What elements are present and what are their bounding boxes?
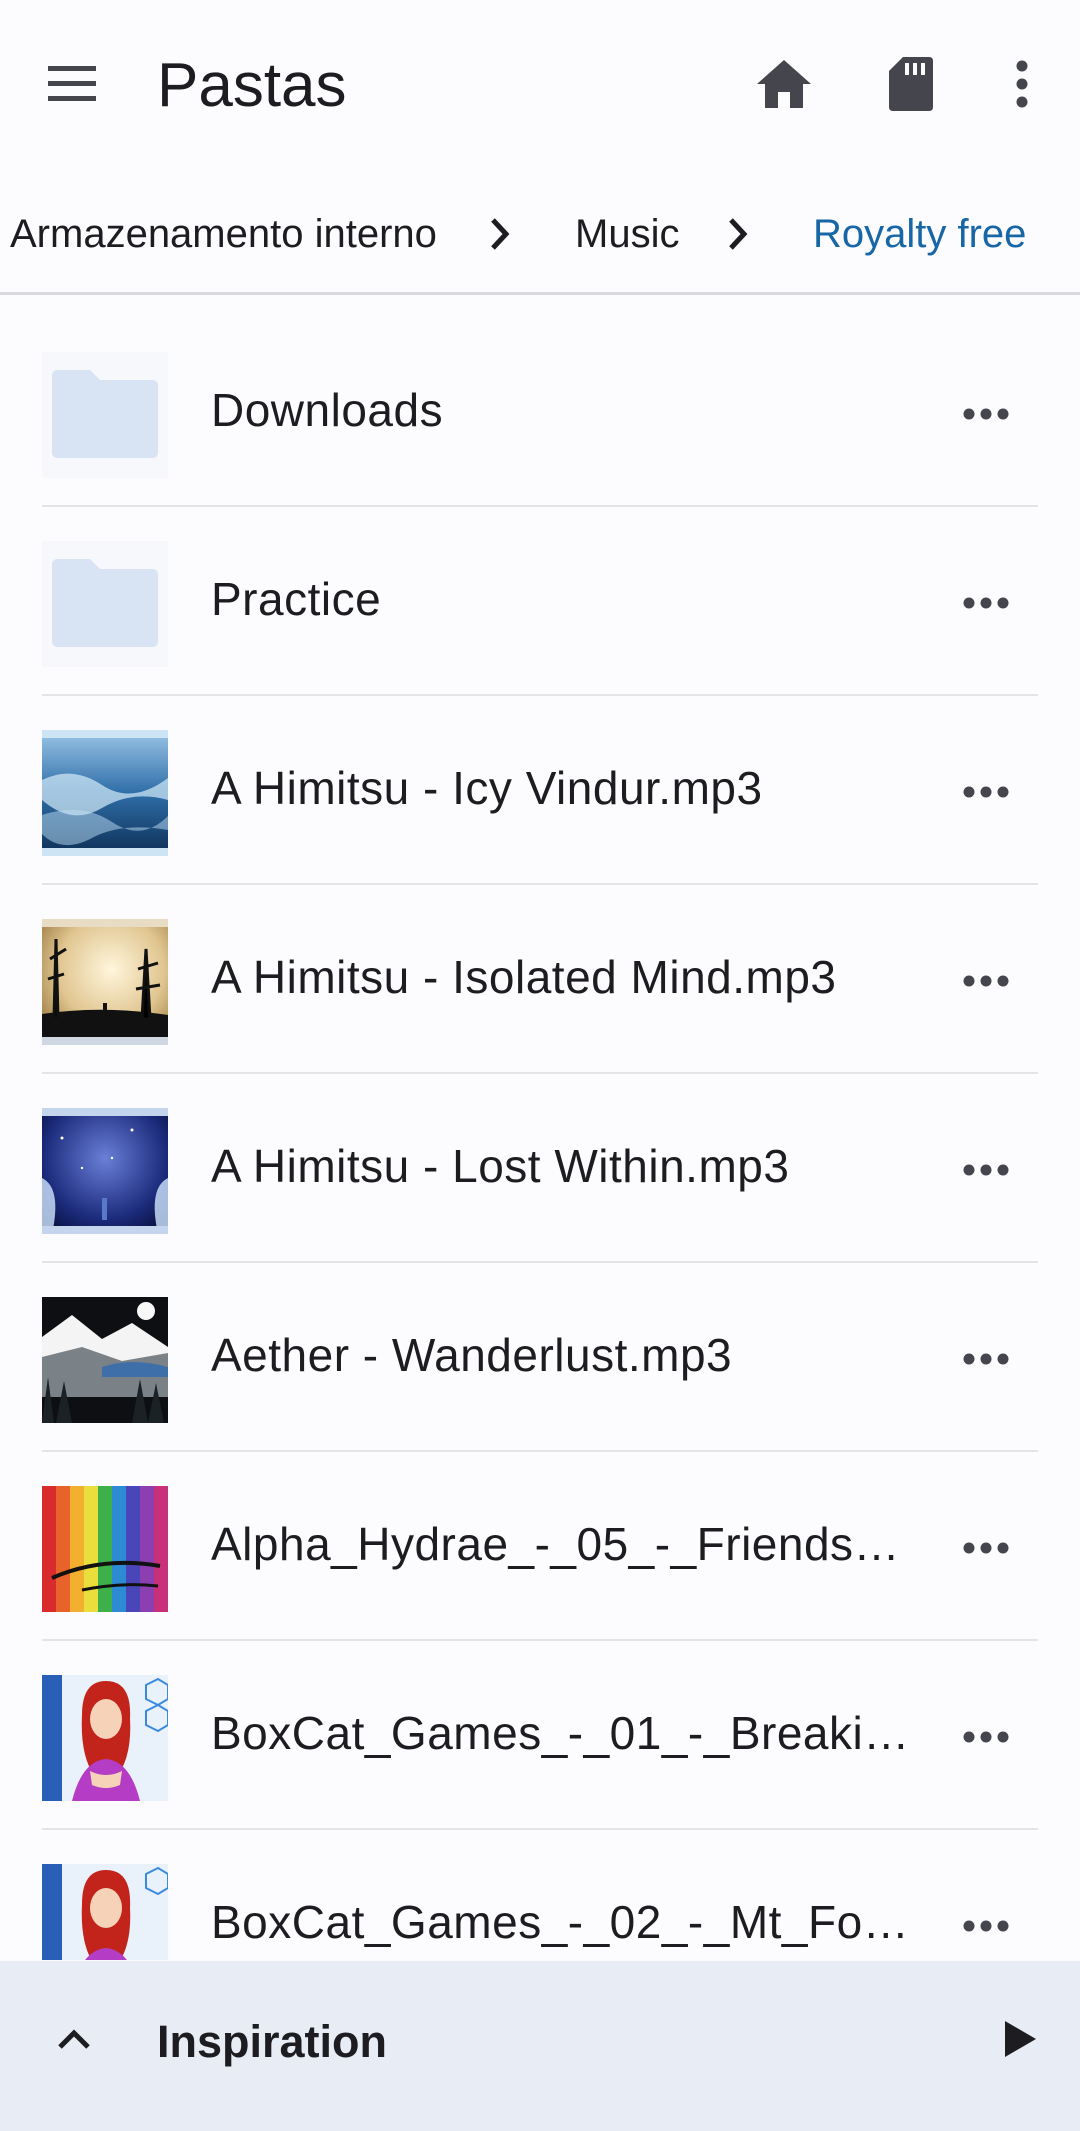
- album-art-thumbnail: [42, 1108, 168, 1234]
- file-name: Downloads: [211, 384, 444, 436]
- album-art-thumbnail: [42, 1486, 168, 1612]
- now-playing-title: Inspiration: [157, 2016, 388, 2067]
- chevron-right-icon: [480, 212, 520, 256]
- overflow-menu-button[interactable]: [988, 50, 1056, 118]
- list-item-audio[interactable]: BoxCat_Games_-_01_-_Breakin…: [0, 1641, 1080, 1830]
- file-name: BoxCat_Games_-_01_-_Breakin…: [211, 1707, 911, 1759]
- list-item-audio[interactable]: A Himitsu - Lost Within.mp3: [0, 1074, 1080, 1263]
- list-item-audio[interactable]: A Himitsu - Icy Vindur.mp3: [0, 696, 1080, 885]
- chevron-up-icon: [58, 2029, 90, 2049]
- file-name: A Himitsu - Isolated Mind.mp3: [211, 951, 837, 1003]
- album-art-thumbnail: [42, 1864, 168, 1960]
- item-more-button[interactable]: [954, 1142, 1018, 1198]
- home-icon: [757, 60, 811, 108]
- album-art-thumbnail: [42, 730, 168, 856]
- list-item-folder[interactable]: Practice: [0, 507, 1080, 696]
- item-more-button[interactable]: [954, 1520, 1018, 1576]
- breadcrumb-item-royalty-free[interactable]: Royalty free: [813, 210, 1026, 258]
- folder-icon: [42, 541, 168, 667]
- more-horiz-icon: [963, 1164, 1009, 1176]
- file-name: Alpha_Hydrae_-_05_-_Friends_…: [211, 1518, 911, 1570]
- breadcrumb-divider: [0, 292, 1080, 295]
- more-horiz-icon: [963, 975, 1009, 987]
- hamburger-menu-icon: [48, 66, 96, 101]
- list-item-audio[interactable]: Aether - Wanderlust.mp3: [0, 1263, 1080, 1452]
- item-more-button[interactable]: [954, 764, 1018, 820]
- item-more-button[interactable]: [954, 953, 1018, 1009]
- album-art-thumbnail: [42, 1297, 168, 1423]
- file-name: Aether - Wanderlust.mp3: [211, 1329, 733, 1381]
- top-app-bar: Pastas: [0, 0, 1080, 168]
- item-more-button[interactable]: [954, 1898, 1018, 1954]
- list-item-audio[interactable]: A Himitsu - Isolated Mind.mp3: [0, 885, 1080, 1074]
- home-button[interactable]: [750, 50, 818, 118]
- breadcrumb-item-music[interactable]: Music: [575, 210, 679, 258]
- album-art-thumbnail: [42, 919, 168, 1045]
- sd-card-icon: [889, 57, 933, 111]
- menu-button[interactable]: [42, 54, 102, 114]
- file-name: A Himitsu - Lost Within.mp3: [211, 1140, 790, 1192]
- more-horiz-icon: [963, 1731, 1009, 1743]
- list-item-audio[interactable]: Alpha_Hydrae_-_05_-_Friends_…: [0, 1452, 1080, 1641]
- item-more-button[interactable]: [954, 575, 1018, 631]
- item-more-button[interactable]: [954, 386, 1018, 442]
- breadcrumb-item-internal-storage[interactable]: Armazenamento interno: [10, 210, 437, 258]
- play-button[interactable]: [990, 2009, 1050, 2069]
- more-horiz-icon: [963, 1920, 1009, 1932]
- more-horiz-icon: [963, 786, 1009, 798]
- folder-icon: [42, 352, 168, 478]
- file-name: A Himitsu - Icy Vindur.mp3: [211, 762, 763, 814]
- item-more-button[interactable]: [954, 1709, 1018, 1765]
- more-vert-icon: [1016, 60, 1028, 108]
- more-horiz-icon: [963, 1353, 1009, 1365]
- expand-player-button[interactable]: [48, 2013, 100, 2065]
- more-horiz-icon: [963, 1542, 1009, 1554]
- file-name: BoxCat_Games_-_02_-_Mt_Fox…: [211, 1896, 911, 1948]
- more-horiz-icon: [963, 597, 1009, 609]
- file-name: Practice: [211, 573, 382, 625]
- file-list[interactable]: Downloads Practice A Himitsu - Icy Vindu…: [0, 318, 1080, 1960]
- sd-card-button[interactable]: [877, 50, 945, 118]
- chevron-right-icon: [718, 212, 758, 256]
- album-art-thumbnail: [42, 1675, 168, 1801]
- play-icon: [1005, 2021, 1036, 2057]
- more-horiz-icon: [963, 408, 1009, 420]
- item-more-button[interactable]: [954, 1331, 1018, 1387]
- mini-player[interactable]: Inspiration: [0, 1961, 1080, 2131]
- list-item-audio[interactable]: BoxCat_Games_-_02_-_Mt_Fox…: [0, 1830, 1080, 1960]
- page-title: Pastas: [157, 51, 347, 120]
- breadcrumb: Armazenamento interno Music Royalty free: [0, 196, 1080, 268]
- list-item-folder[interactable]: Downloads: [0, 318, 1080, 507]
